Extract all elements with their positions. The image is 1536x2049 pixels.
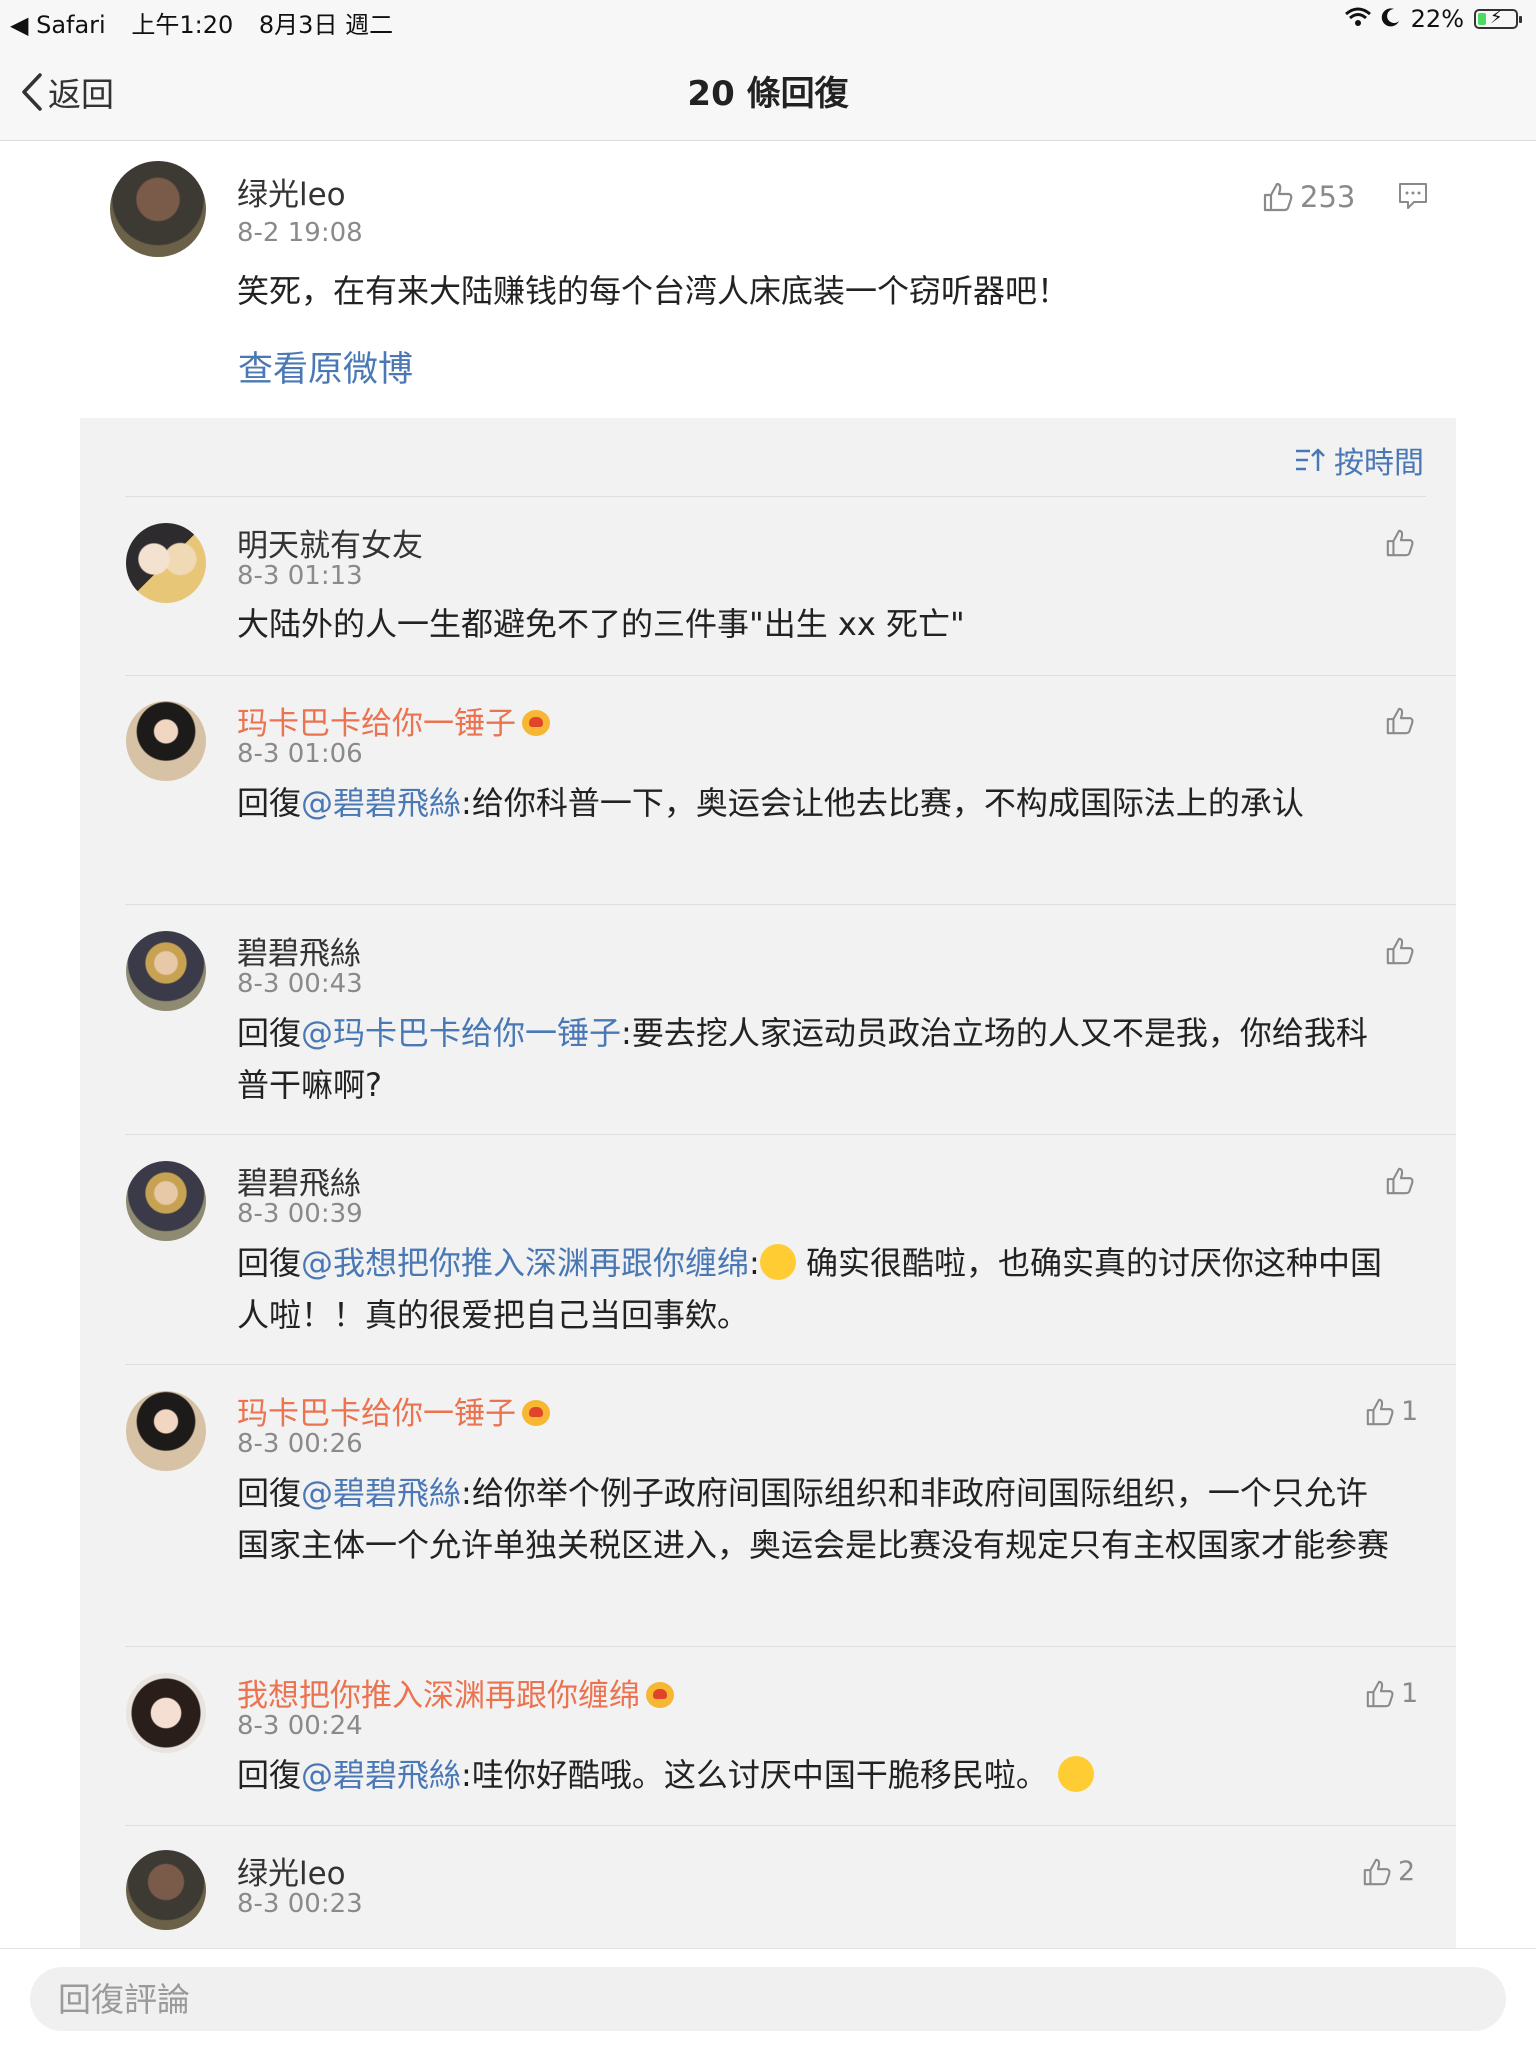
vip-badge-icon	[522, 1400, 550, 1426]
status-bar: ◀ Safari 上午1:20 8月3日 週二 22% ⚡	[0, 0, 1536, 40]
thumbs-up-icon	[1366, 1398, 1394, 1425]
main-comment: 绿光leo 8-2 19:08 253 笑死，在有来大陆赚钱的每个台湾人床底装一…	[0, 141, 1536, 418]
reply-text: 回復@碧碧飛絲:给你举个例子政府间国际组织和非政府间国际组织，一个只允许国家主体…	[237, 1474, 1390, 1564]
timestamp: 8-3 00:23	[237, 1889, 363, 1919]
battery-percent: 22%	[1410, 5, 1464, 33]
like-button[interactable]	[1385, 706, 1415, 736]
divider	[125, 1364, 1456, 1365]
timestamp: 8-3 01:13	[237, 561, 363, 591]
sort-label: 按時間	[1334, 446, 1424, 481]
vip-badge-icon	[522, 710, 550, 736]
status-time: 上午1:20	[131, 11, 234, 39]
user-name[interactable]: 玛卡巴卡给你一锤子	[237, 698, 550, 743]
battery-fill	[1478, 13, 1486, 25]
user-name[interactable]: 我想把你推入深渊再跟你缠绵	[237, 1670, 674, 1715]
user-name[interactable]: 绿光leo	[237, 1848, 346, 1893]
like-count: 1	[1401, 1396, 1419, 1427]
like-button[interactable]: 253	[1262, 180, 1355, 214]
divider	[125, 904, 1456, 905]
reply-text: 回復@玛卡巴卡给你一锤子:要去挖人家运动员政治立场的人又不是我，你给我科普干嘛啊…	[237, 1014, 1368, 1104]
timestamp: 8-3 00:24	[237, 1711, 363, 1741]
mention-link[interactable]: @碧碧飛絲	[301, 784, 461, 822]
like-button[interactable]	[1385, 528, 1415, 558]
user-name[interactable]: 绿光leo	[237, 169, 346, 214]
back-to-safari[interactable]: ◀ Safari	[10, 11, 106, 39]
page-title: 20 條回復	[687, 74, 849, 114]
user-name[interactable]: 明天就有女友	[237, 520, 423, 565]
like-count: 2	[1398, 1856, 1416, 1887]
mention-link[interactable]: @碧碧飛絲	[301, 1756, 461, 1794]
like-button[interactable]: 1	[1365, 1396, 1418, 1427]
timestamp: 8-3 01:06	[237, 739, 363, 769]
avatar[interactable]	[126, 701, 206, 781]
avatar[interactable]	[126, 1391, 206, 1471]
vip-badge-icon	[646, 1682, 674, 1708]
nav-bar: 返回 20 條回復	[0, 40, 1536, 141]
thinking-emoji-icon	[1057, 1756, 1094, 1792]
mention-link[interactable]: @碧碧飛絲	[301, 1474, 461, 1512]
bottom-bar	[0, 1948, 1536, 2049]
timestamp: 8-2 19:08	[237, 218, 363, 248]
timestamp: 8-3 00:39	[237, 1199, 363, 1229]
user-name[interactable]: 碧碧飛絲	[237, 928, 361, 973]
divider	[125, 496, 1426, 497]
wifi-icon	[1344, 5, 1371, 33]
thumbs-up-icon	[1386, 1167, 1414, 1195]
divider	[125, 1825, 1456, 1826]
charging-bolt-icon: ⚡	[1490, 7, 1503, 28]
user-name[interactable]: 玛卡巴卡给你一锤子	[237, 1388, 550, 1433]
like-count: 253	[1300, 180, 1356, 214]
timestamp: 8-3 00:26	[237, 1429, 363, 1459]
thumbs-up-icon	[1386, 707, 1414, 735]
avatar[interactable]	[126, 1673, 206, 1753]
avatar[interactable]	[126, 931, 206, 1011]
like-button[interactable]: 1	[1365, 1678, 1418, 1709]
battery-icon: ⚡	[1474, 7, 1522, 29]
avatar[interactable]	[126, 1161, 206, 1241]
avatar[interactable]	[126, 523, 206, 603]
replies-panel: 按時間 明天就有女友 8-3 01:13 大陆外的人一生都避免不了的三件事"出生…	[80, 418, 1456, 1948]
like-count: 1	[1401, 1678, 1419, 1709]
thumbs-up-icon	[1263, 182, 1293, 212]
like-button[interactable]: 2	[1362, 1856, 1415, 1887]
divider	[125, 1134, 1456, 1135]
like-button[interactable]	[1385, 1166, 1415, 1196]
user-name[interactable]: 碧碧飛絲	[237, 1158, 361, 1203]
reply-text: 大陆外的人一生都避免不了的三件事"出生 xx 死亡"	[237, 605, 965, 643]
mention-link[interactable]: @玛卡巴卡给你一锤子	[301, 1014, 621, 1052]
reply-text: 回復@碧碧飛絲:哇你好酷哦。这么讨厌中国干脆移民啦。	[237, 1749, 1397, 1801]
divider	[125, 1646, 1456, 1647]
avatar[interactable]	[126, 1850, 206, 1930]
thumbs-up-icon	[1366, 1680, 1394, 1707]
laughing-emoji-icon	[759, 1244, 796, 1280]
comment-text: 笑死，在有来大陆赚钱的每个台湾人床底装一个窃听器吧！	[237, 272, 1070, 310]
view-original-link[interactable]: 查看原微博	[238, 341, 413, 392]
status-date: 8月3日 週二	[258, 11, 394, 39]
moon-icon	[1381, 5, 1401, 33]
reply-input[interactable]	[30, 1967, 1506, 2031]
reply-text: 回復@碧碧飛絲:给你科普一下，奥运会让他去比赛，不构成国际法上的承认	[237, 784, 1304, 822]
reply-text: 回復@我想把你推入深渊再跟你缠绵: 确实很酷啦，也确实真的讨厌你这种中国人啦！！…	[237, 1244, 1382, 1334]
thumbs-up-icon	[1363, 1858, 1391, 1885]
avatar[interactable]	[110, 161, 206, 257]
sort-icon	[1296, 448, 1325, 471]
divider	[125, 675, 1456, 676]
like-button[interactable]	[1385, 936, 1415, 966]
mention-link[interactable]: @我想把你推入深渊再跟你缠绵	[301, 1244, 749, 1282]
comment-icon[interactable]	[1398, 182, 1428, 214]
sort-by-time-button[interactable]: 按時間	[1294, 438, 1424, 482]
timestamp: 8-3 00:43	[237, 969, 363, 999]
thumbs-up-icon	[1386, 937, 1414, 965]
thumbs-up-icon	[1386, 529, 1414, 557]
